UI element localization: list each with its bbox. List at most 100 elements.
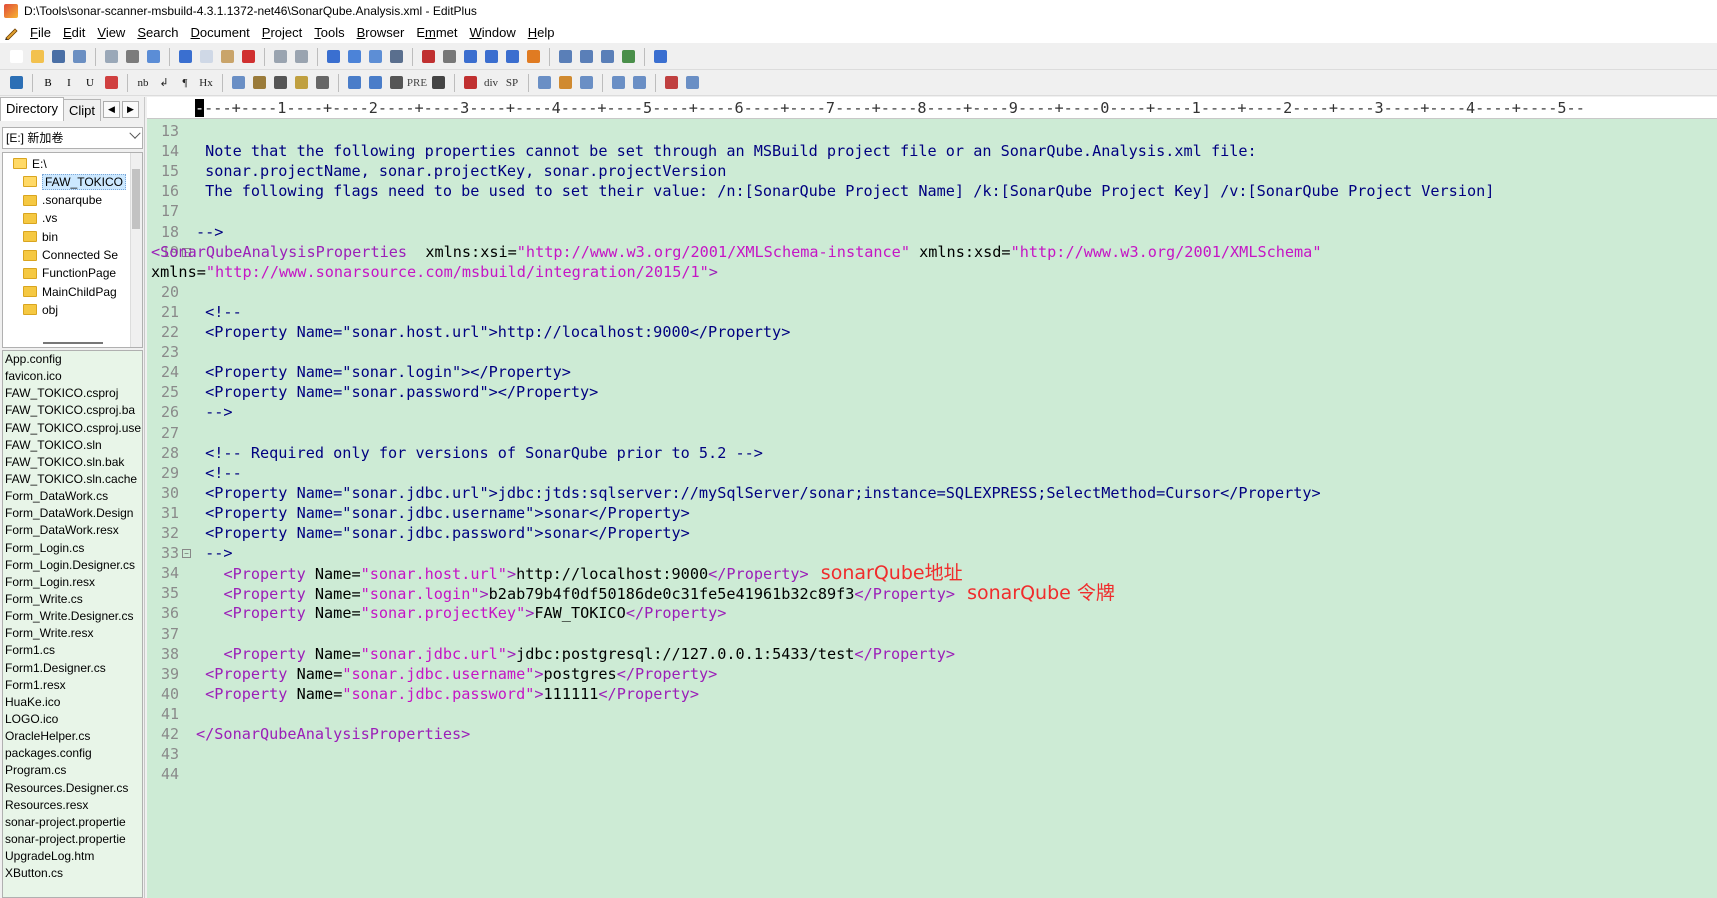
tab-scroll-left-button[interactable]: ◀ (103, 101, 121, 118)
file-list-item[interactable]: Form_DataWork.cs (3, 488, 142, 505)
code-line[interactable]: The following flags need to be used to s… (196, 180, 1494, 202)
help-icon[interactable] (650, 47, 670, 67)
file-list-item[interactable]: Form1.cs (3, 642, 142, 659)
code-line[interactable]: <Property Name="sonar.jdbc.username">son… (196, 502, 690, 524)
file-list-item[interactable]: FAW_TOKICO.sln (3, 437, 142, 454)
code-line[interactable]: <Property Name="sonar.host.url">http://l… (196, 321, 790, 343)
print-preview-icon[interactable] (101, 47, 121, 67)
file-list-item[interactable]: FAW_TOKICO.sln.bak (3, 454, 142, 471)
tree-item[interactable]: bin (23, 227, 58, 246)
table-icon[interactable] (344, 73, 364, 93)
tab-clipboard[interactable]: Clipt (63, 99, 102, 121)
file-list-item[interactable]: Program.cs (3, 762, 142, 779)
code-line[interactable]: <Property Name="sonar.jdbc.password">son… (196, 522, 690, 544)
indent-icon[interactable] (481, 47, 501, 67)
code-line[interactable]: Note that the following properties canno… (196, 140, 1257, 162)
save-icon[interactable] (48, 47, 68, 67)
directory-tree[interactable]: E:\ FAW_TOKICO .sonarqube .vs bin Connected S… (2, 152, 143, 348)
code-line[interactable]: --> (196, 401, 232, 423)
at-icon[interactable] (312, 73, 332, 93)
image-icon[interactable] (228, 73, 248, 93)
code-editor[interactable]: 13 14 15 16 17 18 19 20 21 22 23 24 25 26 27 28 29 30 31 32… (147, 119, 1717, 898)
print-icon[interactable] (122, 47, 142, 67)
color-picker-icon[interactable] (661, 73, 681, 93)
find-in-files-icon[interactable] (365, 47, 385, 67)
tab-directory[interactable]: Directory (0, 97, 65, 121)
menu-browser[interactable]: Browser (351, 22, 411, 43)
field-icon[interactable] (629, 73, 649, 93)
pre-button[interactable]: PRE (407, 73, 427, 93)
code-line[interactable]: --> (196, 542, 232, 564)
save-all-icon[interactable] (69, 47, 89, 67)
tree-item[interactable]: obj (23, 300, 58, 319)
file-list-item[interactable]: Form1.Designer.cs (3, 660, 142, 677)
bold-button[interactable]: B (38, 73, 58, 93)
heading-button[interactable]: Hx (196, 73, 216, 93)
replace-icon[interactable] (344, 47, 364, 67)
file-list-item[interactable]: sonar-project.propertie (3, 831, 142, 848)
menu-project[interactable]: Project (256, 22, 308, 43)
code-line[interactable]: <Property Name="sonar.login">b2ab79b4f0d… (196, 582, 1114, 604)
hr-icon[interactable] (270, 73, 290, 93)
code-line[interactable]: sonar.projectName, sonar.projectKey, son… (196, 160, 726, 182)
toggle-icon[interactable] (576, 73, 596, 93)
code-line[interactable]: <!-- (196, 301, 242, 323)
tree-item[interactable]: FAW_TOKICO (23, 172, 127, 191)
paragraph-button[interactable]: ¶ (175, 73, 195, 93)
file-list-item[interactable]: Form_Login.cs (3, 540, 142, 557)
form-icon[interactable] (608, 73, 628, 93)
file-list-item[interactable]: favicon.ico (3, 368, 142, 385)
tree-scroll-thumb[interactable] (132, 169, 140, 229)
file-list-item[interactable]: HuaKe.ico (3, 694, 142, 711)
open-file-icon[interactable] (27, 47, 47, 67)
file-list-item[interactable]: Resources.Designer.cs (3, 780, 142, 797)
drive-select[interactable]: [E:] 新加卷 (2, 127, 143, 149)
file-list-item[interactable]: Form_Login.resx (3, 574, 142, 591)
file-list-item[interactable]: FAW_TOKICO.csproj.use (3, 420, 142, 437)
file-list-item[interactable]: Form_DataWork.Design (3, 505, 142, 522)
nbsp-button[interactable]: nb (133, 73, 153, 93)
edit-icon[interactable] (534, 73, 554, 93)
tree-item[interactable]: FunctionPage (23, 264, 116, 283)
code-line[interactable]: <!-- (196, 462, 242, 484)
find-icon[interactable] (323, 47, 343, 67)
span-button[interactable]: SP (502, 73, 522, 93)
file-list-item[interactable]: LOGO.ico (3, 711, 142, 728)
undo-icon[interactable] (270, 47, 290, 67)
tab-scroll-right-button[interactable]: ▶ (122, 101, 140, 118)
delete-icon[interactable] (238, 47, 258, 67)
check-icon[interactable] (523, 47, 543, 67)
goto-icon[interactable] (386, 47, 406, 67)
tree-item[interactable]: .vs (23, 209, 57, 228)
directory-icon[interactable] (576, 47, 596, 67)
cut-icon[interactable] (175, 47, 195, 67)
file-list-item[interactable]: App.config (3, 351, 142, 368)
code-line[interactable]: <Property Name="sonar.host.url">http://l… (196, 562, 962, 584)
new-file-icon[interactable] (6, 47, 26, 67)
heading-icon[interactable] (439, 47, 459, 67)
file-list-item[interactable]: sonar-project.propertie (3, 814, 142, 831)
cliptext-icon[interactable] (555, 47, 575, 67)
file-list-item[interactable]: Form_Write.Designer.cs (3, 608, 142, 625)
tree-item[interactable]: E:\ (13, 154, 47, 173)
menu-search[interactable]: Search (131, 22, 184, 43)
tree-item[interactable]: .sonarqube (23, 191, 102, 210)
code-line[interactable]: --> (196, 221, 223, 243)
file-list-item[interactable]: Form_Write.resx (3, 625, 142, 642)
center-icon[interactable] (386, 73, 406, 93)
menu-help[interactable]: Help (522, 22, 561, 43)
tree-item[interactable]: Connected Se (23, 246, 118, 265)
color-icon[interactable] (101, 73, 121, 93)
file-list-item[interactable]: OracleHelper.cs (3, 728, 142, 745)
file-list-item[interactable]: Form_Login.Designer.cs (3, 557, 142, 574)
code-line[interactable]: <Property Name="sonar.password"></Proper… (196, 381, 598, 403)
anchor-icon[interactable] (249, 73, 269, 93)
code-line[interactable]: </SonarQubeAnalysisProperties> (196, 723, 470, 745)
font-icon[interactable] (418, 47, 438, 67)
italic-button[interactable]: I (59, 73, 79, 93)
spell-check-icon[interactable] (143, 47, 163, 67)
file-list-item[interactable]: packages.config (3, 745, 142, 762)
code-line[interactable]: <SonarQubeAnalysisProperties xmlns:xsi="… (151, 241, 1321, 263)
file-list-item[interactable]: Resources.resx (3, 797, 142, 814)
div-button[interactable]: div (481, 73, 501, 93)
